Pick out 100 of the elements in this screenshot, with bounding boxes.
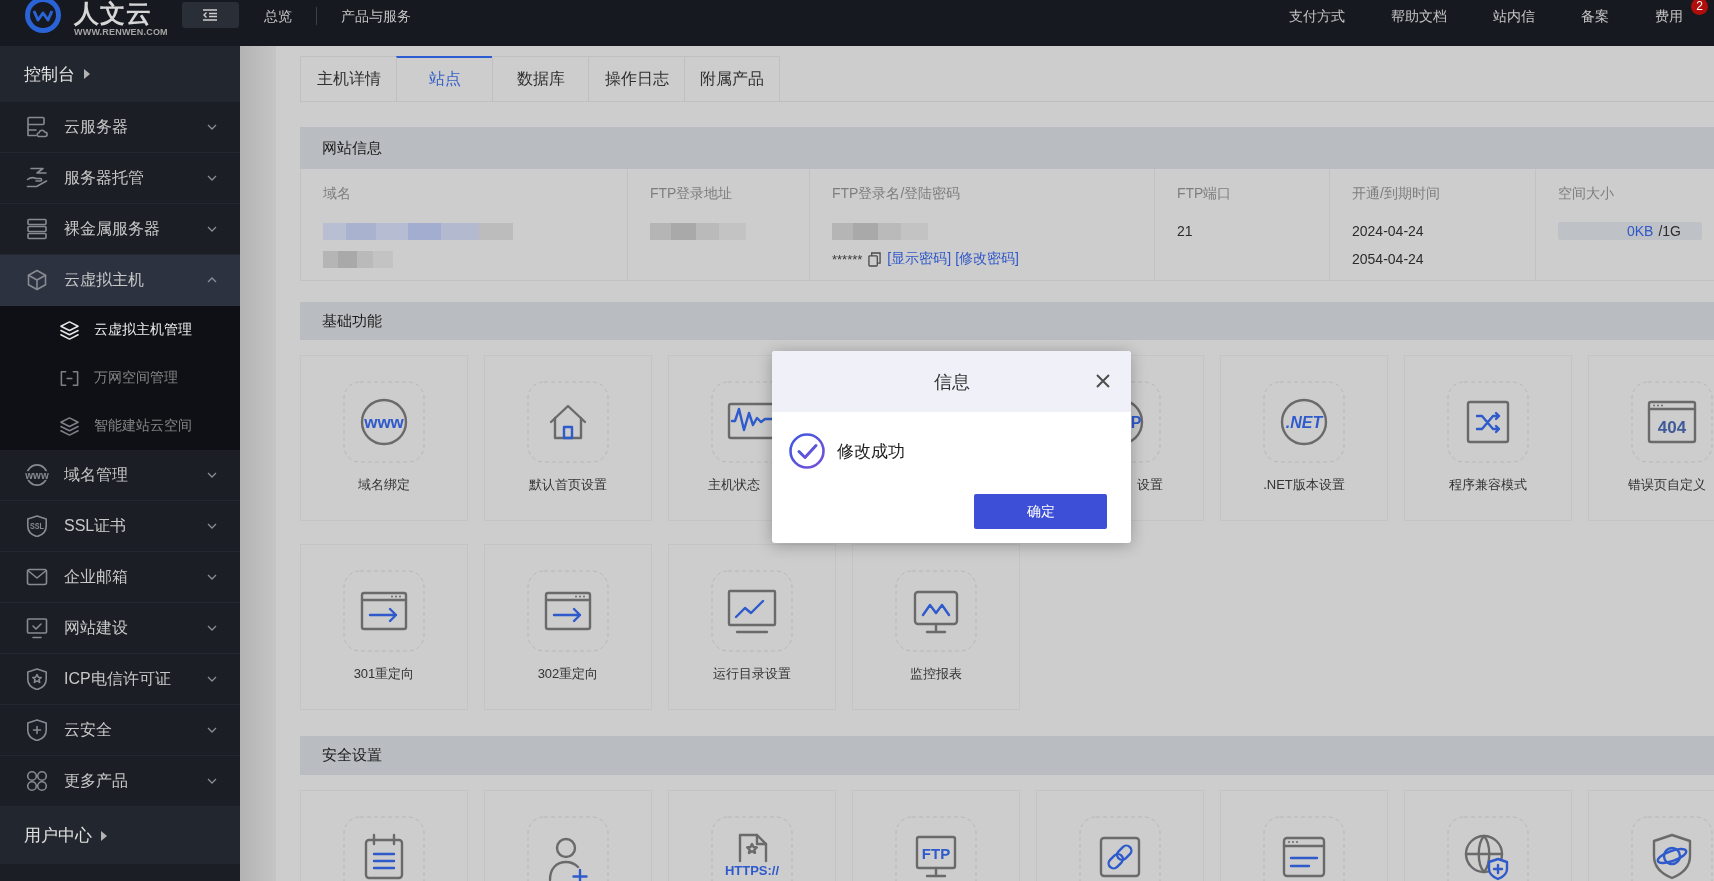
top-nav-link[interactable]: 站内信 xyxy=(1493,7,1535,25)
layers-icon xyxy=(59,319,80,341)
top-nav-link[interactable]: 产品与服务 xyxy=(340,7,411,25)
monitor-trend-icon xyxy=(711,570,793,652)
notification-badge: 2 xyxy=(1691,0,1708,15)
chevron-down-icon xyxy=(207,574,217,580)
chevron-down-icon xyxy=(207,625,217,631)
close-icon xyxy=(1095,373,1111,389)
chevron-down-icon xyxy=(207,226,217,232)
shield-plus-icon xyxy=(26,719,48,741)
column-label: FTP登录地址 xyxy=(650,184,734,202)
chevron-up-icon xyxy=(207,277,217,283)
tile-label: 运行目录设置 xyxy=(713,666,791,682)
dialog-title: 信息 xyxy=(933,370,970,394)
calendar-icon xyxy=(343,816,425,881)
tab[interactable]: 站点 xyxy=(396,56,492,102)
cell-value: 2054-04-24 xyxy=(1352,250,1424,269)
tab[interactable]: 操作日志 xyxy=(588,56,684,102)
tab[interactable]: 主机详情 xyxy=(300,56,396,102)
user-add-icon xyxy=(527,816,609,881)
server-rack-icon xyxy=(26,218,48,240)
tile-label: 301重定向 xyxy=(353,666,415,682)
error-page-icon: 404 xyxy=(1631,381,1713,463)
function-tile[interactable]: 程序兼容模式 xyxy=(1404,355,1572,521)
globe-shield-icon xyxy=(1447,816,1529,881)
submenu-item[interactable]: 云虚拟主机管理 xyxy=(0,306,240,354)
total-space: /1G xyxy=(1658,223,1681,239)
cube-icon xyxy=(26,269,48,291)
blurred-text xyxy=(323,250,393,268)
top-nav-link[interactable]: 费用 xyxy=(1655,7,1683,25)
top-nav-link[interactable]: 帮助文档 xyxy=(1391,7,1447,25)
menu-toggle-button[interactable] xyxy=(181,2,239,28)
caret-icon xyxy=(101,830,107,841)
tile-label: 302重定向 xyxy=(537,666,599,682)
top-nav-link[interactable]: 备案 xyxy=(1581,7,1609,25)
copy-icon xyxy=(868,251,882,267)
tile-label: 默认首页设置 xyxy=(529,477,607,493)
shield-star-icon xyxy=(26,668,48,690)
function-tile[interactable]: 301重定向 xyxy=(300,544,468,710)
column-label: 开通/到期时间 xyxy=(1352,184,1441,202)
https-document-icon: HTTPS:// xyxy=(711,816,793,881)
function-tile[interactable]: HTTPS:// xyxy=(668,790,836,881)
function-tile[interactable]: 302重定向 xyxy=(484,544,652,710)
logo-icon xyxy=(24,0,64,34)
layers-icon xyxy=(59,415,80,437)
function-tile[interactable]: FTP xyxy=(852,790,1020,881)
function-tile[interactable]: www 域名绑定 xyxy=(300,355,468,521)
function-tile[interactable]: .NET .NET版本设置 xyxy=(1220,355,1388,521)
user-center-link[interactable]: 用户中心 xyxy=(0,807,240,864)
console-link[interactable]: 控制台 xyxy=(0,46,240,102)
function-tile[interactable]: 监控报表 xyxy=(852,544,1020,710)
monitor-check-icon xyxy=(26,617,48,639)
column-label: FTP端口 xyxy=(1177,184,1233,202)
ftp-monitor-icon: FTP xyxy=(895,816,977,881)
column-label: 空间大小 xyxy=(1558,184,1615,202)
caret-icon xyxy=(84,69,90,79)
tile-label: 监控报表 xyxy=(910,666,962,682)
function-tile[interactable]: 默认首页设置 xyxy=(484,355,652,521)
www-icon: www xyxy=(25,464,49,486)
monitor-zigzag-icon xyxy=(895,570,977,652)
house-icon xyxy=(527,381,609,463)
menu-fold-icon xyxy=(203,9,218,21)
hand-icon xyxy=(26,167,48,189)
chevron-down-icon xyxy=(207,523,217,529)
tab[interactable]: 数据库 xyxy=(492,56,588,102)
chevron-down-icon xyxy=(207,124,217,130)
tile-label: 设置 xyxy=(1137,477,1163,493)
redirect-icon xyxy=(343,570,425,652)
password-link[interactable]: [修改密码] xyxy=(955,250,1019,268)
logo-wordmark: 人文云 xyxy=(74,0,152,27)
net-logo-icon: .NET xyxy=(1263,381,1345,463)
confirm-button[interactable]: 确定 xyxy=(974,494,1107,529)
column-label: FTP登录名/登陆密码 xyxy=(832,184,962,202)
shield-planet-icon xyxy=(1631,816,1713,881)
close-button[interactable] xyxy=(1095,373,1111,389)
four-circles-icon xyxy=(26,770,48,792)
submenu-item[interactable]: 智能建站云空间 xyxy=(0,402,240,450)
link-icon xyxy=(1079,816,1161,881)
submenu-item[interactable]: 万网空间管理 xyxy=(0,354,240,402)
tile-label: 程序兼容模式 xyxy=(1449,477,1527,493)
tile-label: 域名绑定 xyxy=(358,477,410,493)
chevron-down-icon xyxy=(207,676,217,682)
password-link[interactable]: [显示密码] xyxy=(887,250,952,268)
chevron-down-icon xyxy=(207,727,217,733)
ssl-shield-icon: SSL xyxy=(26,515,48,537)
tab[interactable]: 附属产品 xyxy=(684,56,780,102)
section-header: 基础功能 xyxy=(300,302,1714,340)
password-mask: ****** xyxy=(832,251,863,267)
section-header: 安全设置 xyxy=(300,736,1714,775)
redirect-icon xyxy=(527,570,609,652)
function-tile[interactable]: 404 错误页自定义 xyxy=(1588,355,1714,521)
sidebar-menu-item[interactable]: 云虚拟主机 xyxy=(0,255,240,306)
top-nav-link[interactable]: 总览 xyxy=(263,7,292,25)
function-tile[interactable]: 运行目录设置 xyxy=(668,544,836,710)
mail-icon xyxy=(26,566,48,588)
top-nav-link[interactable]: 支付方式 xyxy=(1289,7,1345,25)
www-icon: www xyxy=(343,381,425,463)
chevron-down-icon xyxy=(207,778,217,784)
shuffle-icon xyxy=(1447,381,1529,463)
dialog-message: 修改成功 xyxy=(837,440,905,463)
